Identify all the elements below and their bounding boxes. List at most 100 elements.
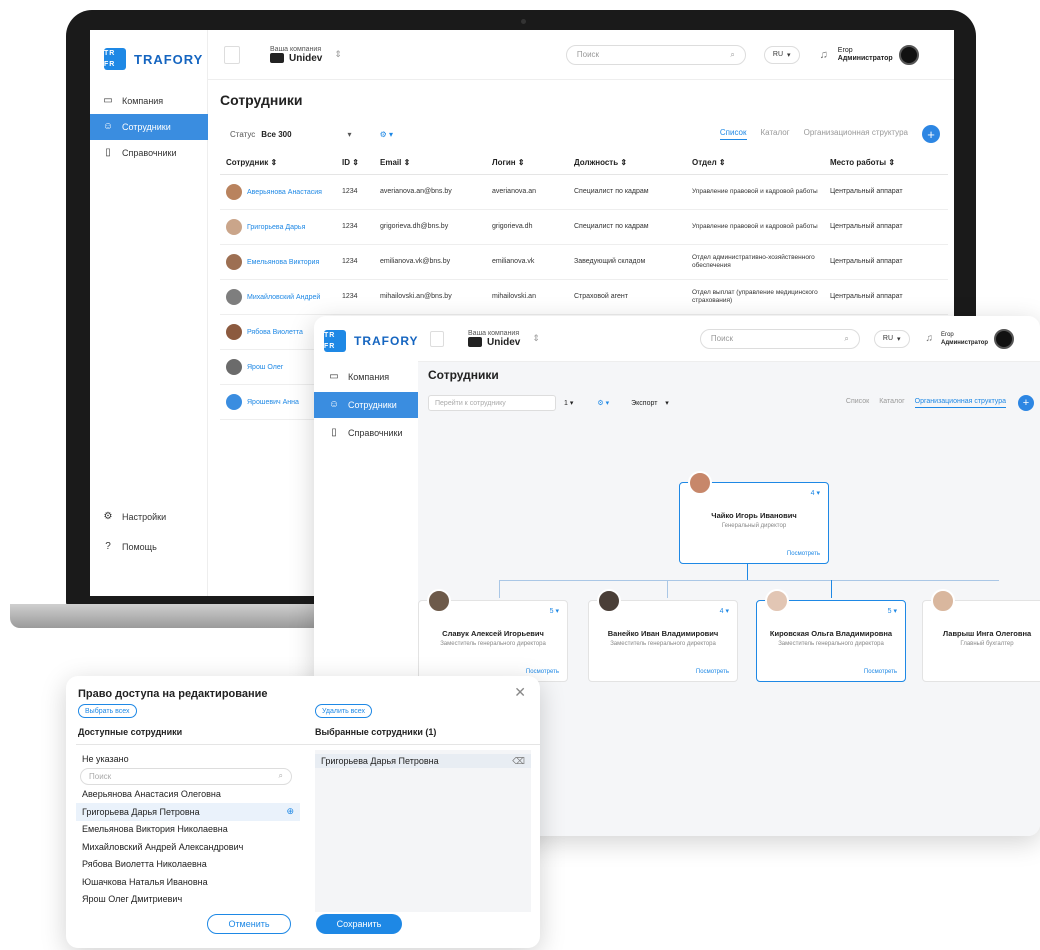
tab-catalog[interactable]: Каталог xyxy=(879,398,904,408)
view-link[interactable]: Посмотреть xyxy=(864,669,897,675)
tab-org-structure[interactable]: Организационная структура xyxy=(804,128,908,140)
selected-list: Григорьева Дарья Петровна ⌫ xyxy=(315,750,531,912)
company-switcher[interactable]: Ваша компания Unidev xyxy=(468,330,520,348)
list-item[interactable]: Не указано xyxy=(76,750,300,768)
table-row[interactable]: Емельянова Виктория 1234 emilianova.vk@bns… xyxy=(220,244,948,280)
list-item[interactable]: Аверьянова Анастасия Олеговна xyxy=(76,786,300,804)
table-cell-name[interactable]: Аверьянова Анастасия xyxy=(220,174,336,210)
brand-mark: TR FR xyxy=(104,48,126,70)
table-cell-name[interactable]: Емельянова Виктория xyxy=(220,244,336,280)
export-select[interactable]: Экспорт ▾ xyxy=(631,399,669,407)
view-link[interactable]: Посмотреть xyxy=(696,669,729,675)
company-chevron-icon[interactable]: ⇕ xyxy=(532,333,540,344)
avatar xyxy=(931,589,955,613)
org-toolbar: Перейти к сотруднику 1 ▾ ⚙ ▾ Экспорт ▾ С… xyxy=(428,392,1034,414)
gear-icon: ⚙ xyxy=(103,511,113,522)
table-cell-name[interactable]: Михайловский Андрей xyxy=(220,279,336,315)
org-connector xyxy=(667,580,668,598)
list-item[interactable]: Емельянова Виктория Николаевна xyxy=(76,821,300,839)
brand-name: TRAFORY xyxy=(354,334,419,348)
brand-logo[interactable]: TR FR TRAFORY xyxy=(104,48,203,70)
trash-icon[interactable]: ⌫ xyxy=(512,756,525,767)
search-icon: ⌕ xyxy=(730,49,735,59)
view-link[interactable]: Посмотреть xyxy=(787,551,820,557)
list-item[interactable]: Ярош Олег Дмитриевич xyxy=(76,891,300,909)
sidebar-toggle-icon[interactable] xyxy=(430,330,444,347)
sidebar-item-company[interactable]: ▭ Компания xyxy=(314,364,418,390)
sidebar-item-employees[interactable]: ☺ Сотрудники xyxy=(90,114,208,140)
column-header[interactable]: Логин ⇕ xyxy=(486,152,568,175)
column-header[interactable]: ID ⇕ xyxy=(336,152,374,175)
sidebar-item-references[interactable]: ▯ Справочники xyxy=(90,140,208,166)
org-connector xyxy=(499,580,999,581)
add-icon[interactable]: ⊕ xyxy=(286,806,294,817)
tab-list[interactable]: Список xyxy=(846,398,869,408)
save-button[interactable]: Сохранить xyxy=(316,914,402,934)
org-card[interactable]: Лаврыш Инга Олеговна Главный бухгалтер xyxy=(922,589,1040,682)
avatar xyxy=(688,471,712,495)
sidebar-item-employees[interactable]: ☺ Сотрудники xyxy=(314,392,418,418)
add-employee-button[interactable]: + xyxy=(1018,395,1034,411)
filter-bar: Статус Все 300 ▾ ⚙ ▾ Список Каталог Орга… xyxy=(220,122,948,146)
tab-list[interactable]: Список xyxy=(719,128,747,140)
delete-all-button[interactable]: Удалить всех xyxy=(315,704,373,718)
sidebar-item-settings[interactable]: ⚙ Настройки xyxy=(90,504,208,530)
column-header[interactable]: Место работы ⇕ xyxy=(824,152,948,175)
add-employee-button[interactable]: + xyxy=(922,125,940,143)
table-cell-position: Специалист по кадрам xyxy=(568,174,686,210)
cancel-button[interactable]: Отменить xyxy=(207,914,291,934)
status-select[interactable]: Все 300 xyxy=(261,130,291,139)
list-item[interactable]: Юшачкова Наталья Ивановна xyxy=(76,873,300,891)
brand-logo[interactable]: TR FR TRAFORY xyxy=(324,330,419,352)
table-cell-id: 1234 xyxy=(336,209,374,245)
bell-icon[interactable]: ♫ xyxy=(820,49,828,61)
column-header[interactable]: Email ⇕ xyxy=(374,152,486,175)
goto-employee-input[interactable]: Перейти к сотруднику xyxy=(428,395,556,411)
select-all-button[interactable]: Выбрать всех xyxy=(78,704,137,718)
bell-icon[interactable]: ♫ xyxy=(926,333,934,344)
subordinates-count[interactable]: 4 ▾ xyxy=(811,489,820,497)
close-icon[interactable]: ✕ xyxy=(514,684,526,701)
company-chevron-icon[interactable]: ⇕ xyxy=(334,49,342,60)
view-link[interactable]: Посмотреть xyxy=(526,669,559,675)
column-header[interactable]: Отдел ⇕ xyxy=(686,152,824,175)
table-row[interactable]: Григорьева Дарья 1234 grigorieva.dh@bns.by… xyxy=(220,209,948,245)
search-input[interactable]: Поиск ⌕ xyxy=(80,767,292,785)
avatar xyxy=(427,589,451,613)
tab-org-structure[interactable]: Организационная структура xyxy=(914,398,1006,408)
subordinates-count[interactable]: 4 ▾ xyxy=(720,607,729,615)
edit-access-dialog: Право доступа на редактирование ✕ Выбрат… xyxy=(66,676,540,948)
user-menu[interactable]: Егор Администратор xyxy=(838,44,919,65)
list-item[interactable]: Рябова Виолетта Николаевна xyxy=(76,856,300,874)
table-row[interactable]: Михайловский Андрей 1234 mihailovski.an@bn… xyxy=(220,279,948,315)
tab-catalog[interactable]: Каталог xyxy=(761,128,790,140)
chevron-down-icon[interactable]: ▾ xyxy=(348,130,352,139)
selected-item[interactable]: Григорьева Дарья Петровна ⌫ xyxy=(315,754,531,768)
org-card-ceo[interactable]: 4 ▾ Чайко Игорь Иванович Генеральный дир… xyxy=(679,471,829,564)
user-menu[interactable]: Егор Администратор xyxy=(941,328,1015,349)
avatar xyxy=(765,589,789,613)
column-header[interactable]: Должность ⇕ xyxy=(568,152,686,175)
subordinates-count[interactable]: 5 ▾ xyxy=(888,607,897,615)
sidebar-item-help[interactable]: ? Помощь xyxy=(90,534,208,560)
table-row[interactable]: Аверьянова Анастасия 1234 averianova.an@bn… xyxy=(220,174,948,210)
org-card[interactable]: 5 ▾ Кировская Ольга Владимировна Замести… xyxy=(756,589,906,682)
list-item[interactable]: Григорьева Дарья Петровна ⊕ xyxy=(76,803,300,821)
org-card[interactable]: 5 ▾ Славук Алексей Игорьевич Заместитель… xyxy=(418,589,568,682)
column-header[interactable]: Сотрудник ⇕ xyxy=(220,152,336,175)
language-select[interactable]: RU ▾ xyxy=(763,45,800,64)
language-select[interactable]: RU ▾ xyxy=(873,329,910,348)
sidebar-item-references[interactable]: ▯ Справочники xyxy=(314,420,418,446)
subordinates-count[interactable]: 5 ▾ xyxy=(550,607,559,615)
sidebar-item-company[interactable]: ▭ Компания xyxy=(90,88,208,114)
sidebar-toggle-icon[interactable] xyxy=(224,45,240,64)
page-select[interactable]: 1 ▾ xyxy=(564,399,573,407)
org-card[interactable]: 4 ▾ Ванейко Иван Владимирович Заместител… xyxy=(588,589,738,682)
list-item[interactable]: Михайловский Андрей Александрович xyxy=(76,838,300,856)
search-input[interactable]: Поиск ⌕ xyxy=(699,328,860,349)
table-cell-name[interactable]: Григорьева Дарья xyxy=(220,209,336,245)
search-input[interactable]: Поиск ⌕ xyxy=(565,44,746,65)
settings-filter-icon[interactable]: ⚙ ▾ xyxy=(597,399,609,407)
company-switcher[interactable]: Ваша компания Unidev xyxy=(270,46,322,64)
settings-filter-icon[interactable]: ⚙ ▾ xyxy=(380,130,393,139)
